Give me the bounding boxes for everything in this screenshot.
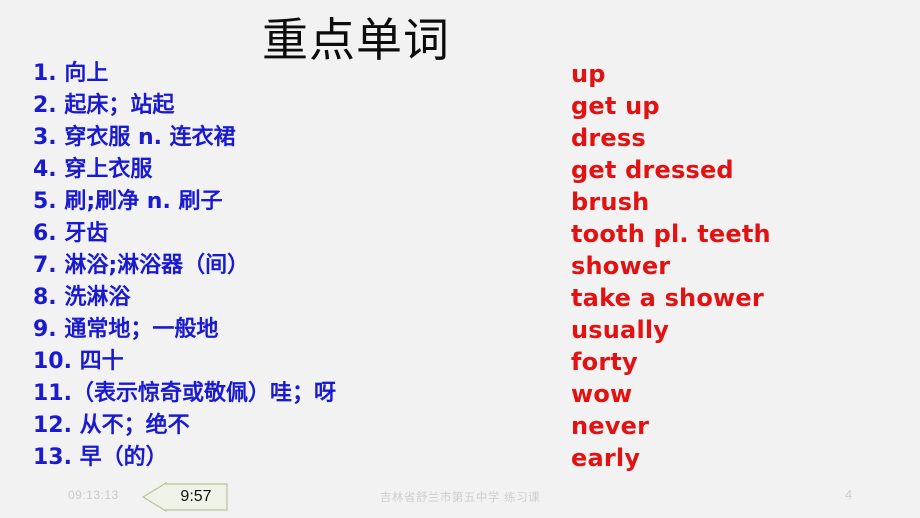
list-item: 8. 洗淋浴 <box>33 285 131 310</box>
list-item: wow <box>571 380 633 408</box>
list-item: 3. 穿衣服 n. 连衣裙 <box>33 125 236 150</box>
list-item: get up <box>571 92 660 120</box>
slide-footer: 09:13:13 吉林省舒兰市第五中学 练习课 4 <box>0 482 920 518</box>
left-arrow-callout: 9:57 <box>142 482 228 512</box>
english-word-column: up get up dress get dressed brush tooth … <box>571 58 911 474</box>
list-item: 4. 穿上衣服 <box>33 157 153 182</box>
list-item: 10. 四十 <box>33 349 124 374</box>
list-item: never <box>571 412 650 440</box>
list-item: 12. 从不；绝不 <box>33 413 190 438</box>
list-item: 9. 通常地；一般地 <box>33 317 219 342</box>
list-item: 13. 早（的） <box>33 445 168 470</box>
list-item: tooth pl. teeth <box>571 220 771 248</box>
list-item: forty <box>571 348 638 376</box>
list-item: take a shower <box>571 284 764 312</box>
chinese-definition-column: 1. 向上 2. 起床；站起 3. 穿衣服 n. 连衣裙 4. 穿上衣服 5. … <box>33 58 553 474</box>
list-item: 2. 起床；站起 <box>33 93 175 118</box>
list-item: 1. 向上 <box>33 61 109 86</box>
list-item: 7. 淋浴;淋浴器（间） <box>33 253 250 278</box>
list-item: shower <box>571 252 671 280</box>
list-item: usually <box>571 316 670 344</box>
callout-time-label: 9:57 <box>180 488 212 505</box>
list-item: brush <box>571 188 650 216</box>
slide-canvas: 重点单词 1. 向上 2. 起床；站起 3. 穿衣服 n. 连衣裙 4. 穿上衣… <box>0 0 920 518</box>
list-item: up <box>571 60 606 88</box>
list-item: 6. 牙齿 <box>33 221 109 246</box>
list-item: get dressed <box>571 156 734 184</box>
list-item: 11.（表示惊奇或敬佩）哇；呀 <box>33 381 336 406</box>
list-item: dress <box>571 124 646 152</box>
list-item: early <box>571 444 641 472</box>
footer-school-label: 吉林省舒兰市第五中学 练习课 <box>379 490 541 504</box>
slide-number: 4 <box>845 487 853 502</box>
list-item: 5. 刷;刷净 n. 刷子 <box>33 189 223 214</box>
